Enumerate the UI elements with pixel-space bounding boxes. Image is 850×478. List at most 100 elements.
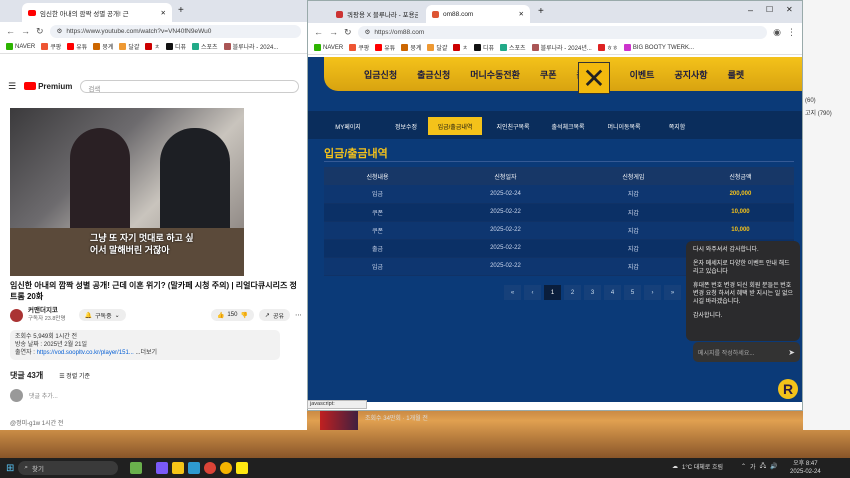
reload-icon[interactable]: ↻ bbox=[344, 27, 352, 38]
subscribe-button[interactable]: 🔔 구독중 ⌄ bbox=[78, 309, 126, 321]
chat-input[interactable]: 메시지를 작성하세요... ➤ bbox=[693, 342, 800, 362]
site-info-icon[interactable]: ⚙ bbox=[365, 28, 371, 36]
new-tab-button[interactable]: + bbox=[178, 5, 184, 16]
bookmark-item[interactable]: 유튜 bbox=[375, 43, 395, 52]
bookmark-item[interactable]: BIG BOOTY TWERK... bbox=[623, 44, 694, 51]
channel-avatar[interactable] bbox=[10, 308, 23, 322]
subnav-tab[interactable]: 머니이동목록 bbox=[598, 117, 650, 135]
maximize-button[interactable]: ☐ bbox=[766, 5, 773, 14]
kakaotalk-icon[interactable] bbox=[236, 462, 249, 474]
subnav-tab[interactable]: 지인친구목록 bbox=[488, 117, 538, 135]
top-nav-item[interactable]: 머니수동전환 bbox=[470, 68, 520, 81]
copilot-icon[interactable] bbox=[156, 462, 169, 474]
bookmark-item[interactable]: 쿠팡 bbox=[349, 43, 369, 52]
page-button[interactable]: 5 bbox=[624, 285, 641, 300]
top-nav-item[interactable]: 쿠폰 bbox=[540, 68, 557, 81]
sort-button[interactable]: ☰ 정렬 기준 bbox=[59, 371, 90, 380]
bookmark-item[interactable]: 스포츠 bbox=[500, 43, 526, 52]
bookmark-item[interactable]: 디퓨 bbox=[473, 43, 494, 52]
tray-chevron-icon[interactable]: ⌃ bbox=[741, 463, 746, 470]
subnav-tab[interactable]: 정보수정 bbox=[388, 117, 424, 135]
video-description[interactable]: 조회수 5,949회 1시간 전 방송 날짜 : 2025년 2월 21일 출연… bbox=[10, 330, 280, 360]
chrome-icon[interactable] bbox=[204, 462, 217, 474]
subnav-tab[interactable]: 입금/출금내역 bbox=[428, 117, 482, 135]
back-icon[interactable]: ← bbox=[6, 26, 15, 36]
top-nav-item[interactable]: 룰렛 bbox=[728, 68, 745, 81]
subnav-tab[interactable]: 쪽지함 bbox=[658, 117, 696, 135]
kebab-menu-icon[interactable]: ⋮ bbox=[787, 27, 796, 38]
page-button[interactable]: » bbox=[664, 285, 681, 300]
sticky-notes-icon[interactable] bbox=[172, 462, 185, 474]
taskbar-search[interactable]: ⌕ 찾기 bbox=[18, 461, 119, 475]
top-nav-item[interactable]: 입금신청 bbox=[364, 68, 397, 81]
show-more-link[interactable]: ...더보기 bbox=[136, 350, 158, 356]
bookmark-item[interactable]: 쿠팡 bbox=[41, 42, 61, 51]
ime-icon[interactable]: 가 bbox=[750, 462, 756, 471]
bookmark-item[interactable]: 달걀 bbox=[119, 42, 139, 51]
bookmark-item[interactable]: 디퓨 bbox=[165, 42, 186, 51]
new-tab-button[interactable]: + bbox=[538, 6, 544, 17]
page-button[interactable]: 2 bbox=[564, 285, 581, 300]
video-thumbnail[interactable] bbox=[320, 411, 358, 430]
bookmark-item[interactable]: 달걀 bbox=[427, 43, 447, 52]
forward-icon[interactable]: → bbox=[329, 27, 338, 37]
bookmark-item[interactable]: 블루나라 - 2024... bbox=[223, 42, 278, 51]
add-comment-input[interactable]: 댓글 추가... bbox=[29, 391, 58, 400]
weather-text[interactable]: 1°C 대체로 흐림 bbox=[682, 462, 723, 471]
bookmark-item[interactable]: ㅎㅎ bbox=[597, 43, 618, 52]
tab-youtube-video[interactable]: 임신한 아내의 깜짝 성별 공개! 근 ✕ bbox=[22, 3, 172, 22]
bookmark-item[interactable]: 블루나라 - 2024년... bbox=[531, 43, 592, 52]
page-button[interactable]: 4 bbox=[604, 285, 621, 300]
tab-blue-nara[interactable]: 쿼팡용 X 블루나라 - 포용금 2% bbox=[330, 5, 424, 23]
url-field[interactable]: ⚙ https://www.youtube.com/watch?v=VN40fN… bbox=[49, 24, 301, 38]
start-icon[interactable]: ⊞ bbox=[6, 463, 14, 474]
video-player[interactable]: 그냥 또 자기 멋대로 하고 싶어서 말해버린 거잖아 bbox=[10, 108, 244, 276]
bookmark-item[interactable]: 뭉계 bbox=[93, 42, 113, 51]
description-link[interactable]: https://vod.soopltv.co.kr/player/151... bbox=[37, 350, 134, 356]
minimize-button[interactable]: – bbox=[748, 5, 753, 15]
network-icon[interactable]: 🖧 bbox=[760, 461, 767, 471]
top-nav-item[interactable]: 출금신청 bbox=[417, 68, 450, 81]
site-logo-icon[interactable]: ✕ bbox=[578, 62, 610, 94]
more-icon[interactable]: ⋯ bbox=[295, 311, 302, 319]
bookmark-item[interactable]: 뭉계 bbox=[401, 43, 421, 52]
subnav-tab[interactable]: 출석체크목록 bbox=[541, 117, 595, 135]
page-button[interactable]: « bbox=[504, 285, 521, 300]
subnav-tab[interactable]: MY페이지 bbox=[324, 117, 372, 135]
page-button[interactable]: 1 bbox=[544, 285, 561, 300]
youtube-search-input[interactable]: 검색 bbox=[80, 79, 299, 93]
close-icon[interactable]: ✕ bbox=[161, 9, 166, 17]
volume-icon[interactable]: 🔊 bbox=[770, 463, 777, 470]
page-button[interactable]: ‹ bbox=[524, 285, 541, 300]
share-button[interactable]: ↗ 공유 bbox=[258, 309, 290, 321]
close-window-button[interactable]: ✕ bbox=[786, 5, 793, 14]
bookmark-item[interactable]: ㅊ bbox=[145, 42, 160, 51]
bookmark-item[interactable]: 유튜 bbox=[67, 42, 87, 51]
add-comment-row[interactable]: 댓글 추가... bbox=[10, 389, 58, 402]
site-info-icon[interactable]: ⚙ bbox=[57, 27, 63, 35]
bookmark-item[interactable]: 스포츠 bbox=[192, 42, 218, 51]
thumbs-down-icon[interactable]: 👎 bbox=[240, 312, 247, 319]
bookmark-item[interactable]: NAVER bbox=[314, 44, 343, 51]
profile-icon[interactable]: ◉ bbox=[773, 27, 781, 38]
bookmark-item[interactable]: ㅊ bbox=[453, 43, 468, 52]
like-button[interactable]: 👍 150 👎 bbox=[210, 309, 254, 321]
back-icon[interactable]: ← bbox=[314, 27, 323, 37]
top-nav-item[interactable]: 이벤트 bbox=[630, 68, 655, 81]
edge-icon[interactable] bbox=[188, 462, 201, 474]
send-icon[interactable]: ➤ bbox=[788, 348, 795, 357]
chat-launcher-icon[interactable]: R bbox=[778, 379, 798, 399]
forward-icon[interactable]: → bbox=[21, 26, 30, 36]
tab-om88[interactable]: om88.com ✕ bbox=[426, 5, 530, 23]
top-nav-item[interactable]: 공지사항 bbox=[674, 68, 707, 81]
page-button[interactable]: 3 bbox=[584, 285, 601, 300]
chrome-profile-icon[interactable] bbox=[220, 462, 233, 474]
reload-icon[interactable]: ↻ bbox=[36, 26, 44, 37]
close-icon[interactable]: ✕ bbox=[519, 10, 524, 18]
menu-icon[interactable]: ☰ bbox=[8, 81, 16, 92]
bookmark-item[interactable]: NAVER bbox=[6, 43, 35, 50]
url-field[interactable]: ⚙ https://om88.com bbox=[357, 25, 768, 39]
page-button[interactable]: › bbox=[644, 285, 661, 300]
clock[interactable]: 오후 8:47 2025-02-24 bbox=[790, 460, 821, 476]
channel-name[interactable]: 커맨더지코 bbox=[28, 307, 66, 315]
